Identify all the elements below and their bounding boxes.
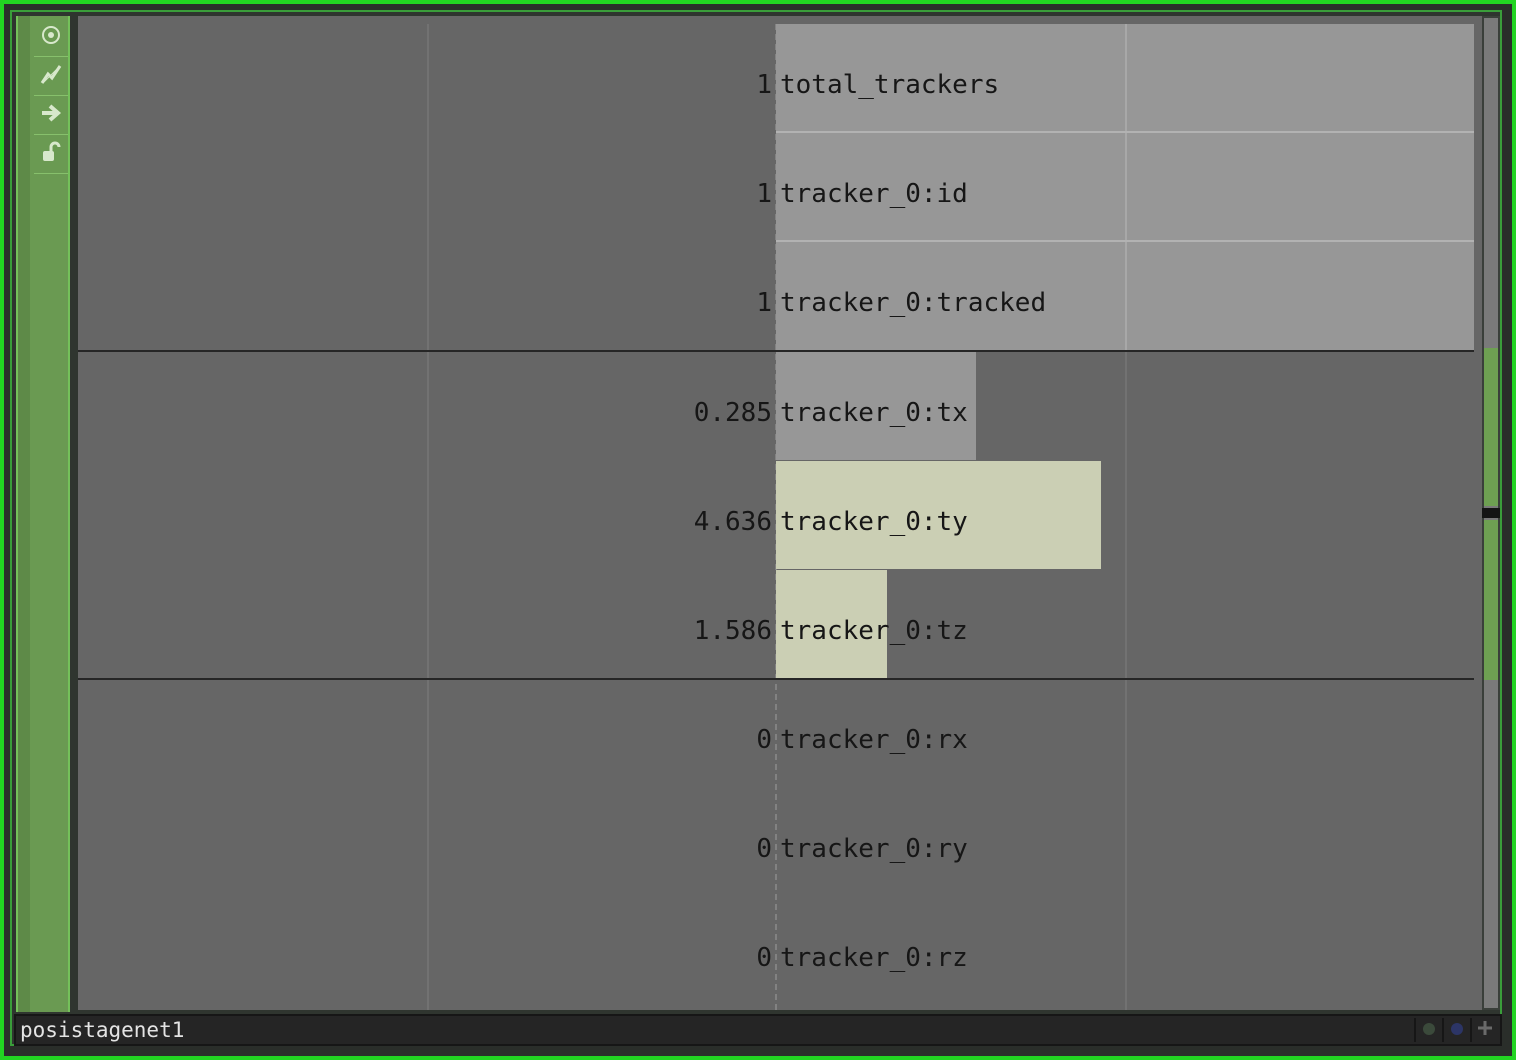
channel-name: tracker_0:id: [780, 179, 968, 209]
channel-value: 0: [756, 943, 772, 973]
channel-row: 4.636 tracker_0:ty: [78, 461, 1474, 570]
plus-icon: [1477, 1020, 1493, 1040]
unlock-icon: [40, 141, 62, 167]
channel-row: 1 tracker_0:tracked: [78, 242, 1474, 351]
channel-viewer[interactable]: 1 total_trackers 1 tracker_0:id 1 tracke…: [78, 16, 1482, 1010]
lock-button[interactable]: [34, 135, 68, 174]
channel-row: 0 tracker_0:ry: [78, 788, 1474, 897]
channel-name: tracker_0:tx: [780, 398, 968, 428]
channel-value: 0: [756, 725, 772, 755]
channel-name: tracker_0:ry: [780, 834, 968, 864]
grid-line: [1125, 133, 1127, 241]
toolbar-strip: [18, 16, 30, 1012]
channel-row: 0.285 tracker_0:tx: [78, 352, 1474, 461]
cook-button[interactable]: [1414, 1018, 1442, 1042]
arrow-right-icon: [40, 102, 62, 128]
graph-view-button[interactable]: [34, 57, 68, 96]
side-toolbar: [16, 16, 70, 1012]
channel-row: 1 total_trackers: [78, 24, 1474, 133]
vertical-scrollbar[interactable]: [1482, 16, 1500, 1010]
channel-name: total_trackers: [780, 70, 1000, 100]
channel-value: 0.285: [693, 398, 772, 428]
viewer-active-button[interactable]: [34, 18, 68, 57]
target-icon: [40, 24, 62, 50]
scrollbar-divider: [1482, 508, 1500, 518]
display-button[interactable]: [1442, 1018, 1470, 1042]
channel-name: tracker_0:rx: [780, 725, 968, 755]
node-name: posistagenet1: [20, 1018, 185, 1042]
channel-name: tracker_0:rz: [780, 943, 968, 973]
channel-row: 1 tracker_0:id: [78, 133, 1474, 242]
channel-value: 1: [756, 70, 772, 100]
channel-value: 1: [756, 179, 772, 209]
channel-name: tracker_0:tracked: [780, 288, 1047, 318]
channel-name: tracker_0:ty: [780, 507, 968, 537]
channel-row: 0 tracker_0:rx: [78, 679, 1474, 788]
grid-line: [1125, 24, 1127, 132]
dot-icon: [1422, 1021, 1436, 1040]
scrollbar-thumb-lower[interactable]: [1484, 520, 1498, 680]
graph-icon: [40, 63, 62, 89]
blue-dot-icon: [1450, 1021, 1464, 1040]
channel-value: 1: [756, 288, 772, 318]
export-button[interactable]: [34, 96, 68, 135]
grid-line: [1125, 242, 1127, 350]
channel-value: 0: [756, 834, 772, 864]
channel-row: 0 tracker_0:rz: [78, 897, 1474, 1006]
channel-row: 1.586 tracker_0:tz: [78, 570, 1474, 679]
pin-button[interactable]: [1470, 1018, 1498, 1042]
status-bar: posistagenet1: [14, 1014, 1502, 1046]
scrollbar-thumb-upper[interactable]: [1484, 348, 1498, 506]
channel-name: tracker_0:tz: [780, 616, 968, 646]
channel-value: 4.636: [693, 507, 772, 537]
channel-value: 1.586: [693, 616, 772, 646]
